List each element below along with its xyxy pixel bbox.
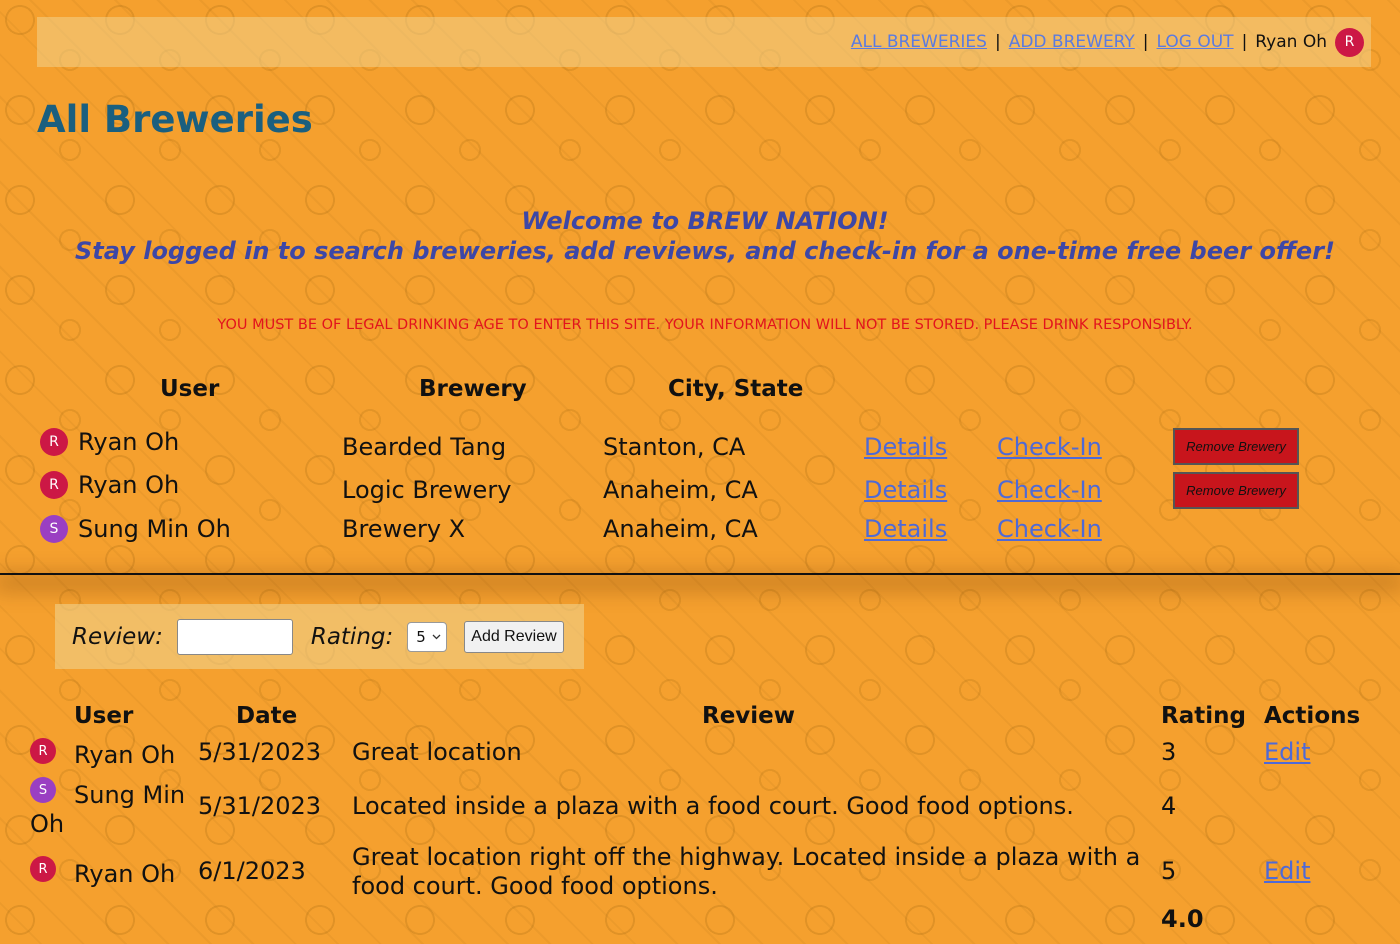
user-avatar: R [40,428,68,456]
brewery-city-state: Anaheim, CA [603,515,758,543]
review-header-review: Review [702,703,796,729]
edit-review-link[interactable]: Edit [1264,738,1310,766]
review-date: 5/31/2023 [198,738,322,766]
brewery-name: Logic Brewery [342,476,512,504]
remove-brewery-button[interactable]: Remove Brewery [1173,428,1299,465]
brewery-header-brewery: Brewery [419,376,527,402]
edit-review-link[interactable]: Edit [1264,857,1310,885]
nav-separator: | [1241,32,1248,52]
review-header-rating: Rating [1161,703,1246,729]
review-rating: 4 [1161,792,1177,820]
user-avatar: S [30,777,56,803]
average-rating: 4.0 [1161,905,1204,933]
nav-separator: | [994,32,1001,52]
review-header-actions: Actions [1264,703,1361,729]
review-text: Great location [352,738,522,766]
welcome-subheading: Stay logged in to search breweries, add … [75,237,1335,265]
nav-user-name: Ryan Oh [1255,32,1327,52]
brewery-name: Brewery X [342,515,466,543]
section-divider [0,573,1400,575]
user-avatar: R [40,471,68,499]
brewery-city-state: Anaheim, CA [603,476,758,504]
welcome-banner: Welcome to BREW NATION! Stay logged in t… [0,206,1400,266]
add-review-button[interactable]: Add Review [464,620,564,653]
user-avatar: R [30,856,56,882]
brewery-row-user-name: Ryan Oh [78,428,180,456]
rating-selected-value: 5 [416,627,426,646]
welcome-heading: Welcome to BREW NATION! [521,207,889,235]
remove-brewery-button[interactable]: Remove Brewery [1173,472,1299,509]
brewery-row-user: R Ryan Oh [40,471,179,499]
review-text-line1: Great location right off the highway. Lo… [352,843,1141,871]
review-user-name-line1: Sung Min [74,781,186,809]
chevron-down-icon [432,634,441,639]
rating-select[interactable]: 5 [407,621,448,652]
review-header-date: Date [236,703,298,729]
review-user-name: Ryan Oh [74,860,176,888]
add-review-form: Review: Rating: 5 Add Review [55,604,584,669]
check-in-link[interactable]: Check-In [997,433,1102,461]
top-nav: ALL BREWERIES | ADD BREWERY | LOG OUT | … [37,17,1371,67]
review-date: 6/1/2023 [198,857,306,885]
check-in-link[interactable]: Check-In [997,476,1102,504]
review-rating: 3 [1161,738,1177,766]
nav-log-out-link[interactable]: LOG OUT [1157,32,1234,52]
review-text: Located inside a plaza with a food court… [352,792,1074,820]
review-header-user: User [74,703,134,729]
user-avatar[interactable]: R [1335,27,1364,57]
brewery-header-user: User [160,376,220,402]
user-avatar: S [40,515,68,543]
check-in-link[interactable]: Check-In [997,515,1102,543]
review-input[interactable] [176,618,293,655]
brewery-name: Bearded Tang [342,433,507,461]
rating-label: Rating: [310,623,394,650]
brewery-row-user-name: Sung Min Oh [78,515,231,543]
brewery-city-state: Stanton, CA [603,433,746,461]
review-user-name: Ryan Oh [74,741,176,769]
nav-all-breweries-link[interactable]: ALL BREWERIES [851,32,987,52]
review-rating: 5 [1161,857,1177,885]
review-user-name-line2: Oh [30,810,65,838]
nav-add-brewery-link[interactable]: ADD BREWERY [1009,32,1135,52]
review-date: 5/31/2023 [198,792,322,820]
brewery-row-user: R Ryan Oh [40,428,179,456]
brewery-row-user-name: Ryan Oh [78,471,180,499]
brewery-row-user: S Sung Min Oh [40,515,231,543]
legal-notice: YOU MUST BE OF LEGAL DRINKING AGE TO ENT… [217,317,1193,333]
review-label: Review: [72,623,163,650]
user-avatar: R [30,738,56,764]
details-link[interactable]: Details [864,476,947,504]
details-link[interactable]: Details [864,433,947,461]
details-link[interactable]: Details [864,515,947,543]
review-text-line2: food court. Good food options. [352,872,718,900]
brewery-header-city-state: City, State [668,376,804,402]
page-title: All Breweries [37,98,313,141]
nav-separator: | [1142,32,1149,52]
